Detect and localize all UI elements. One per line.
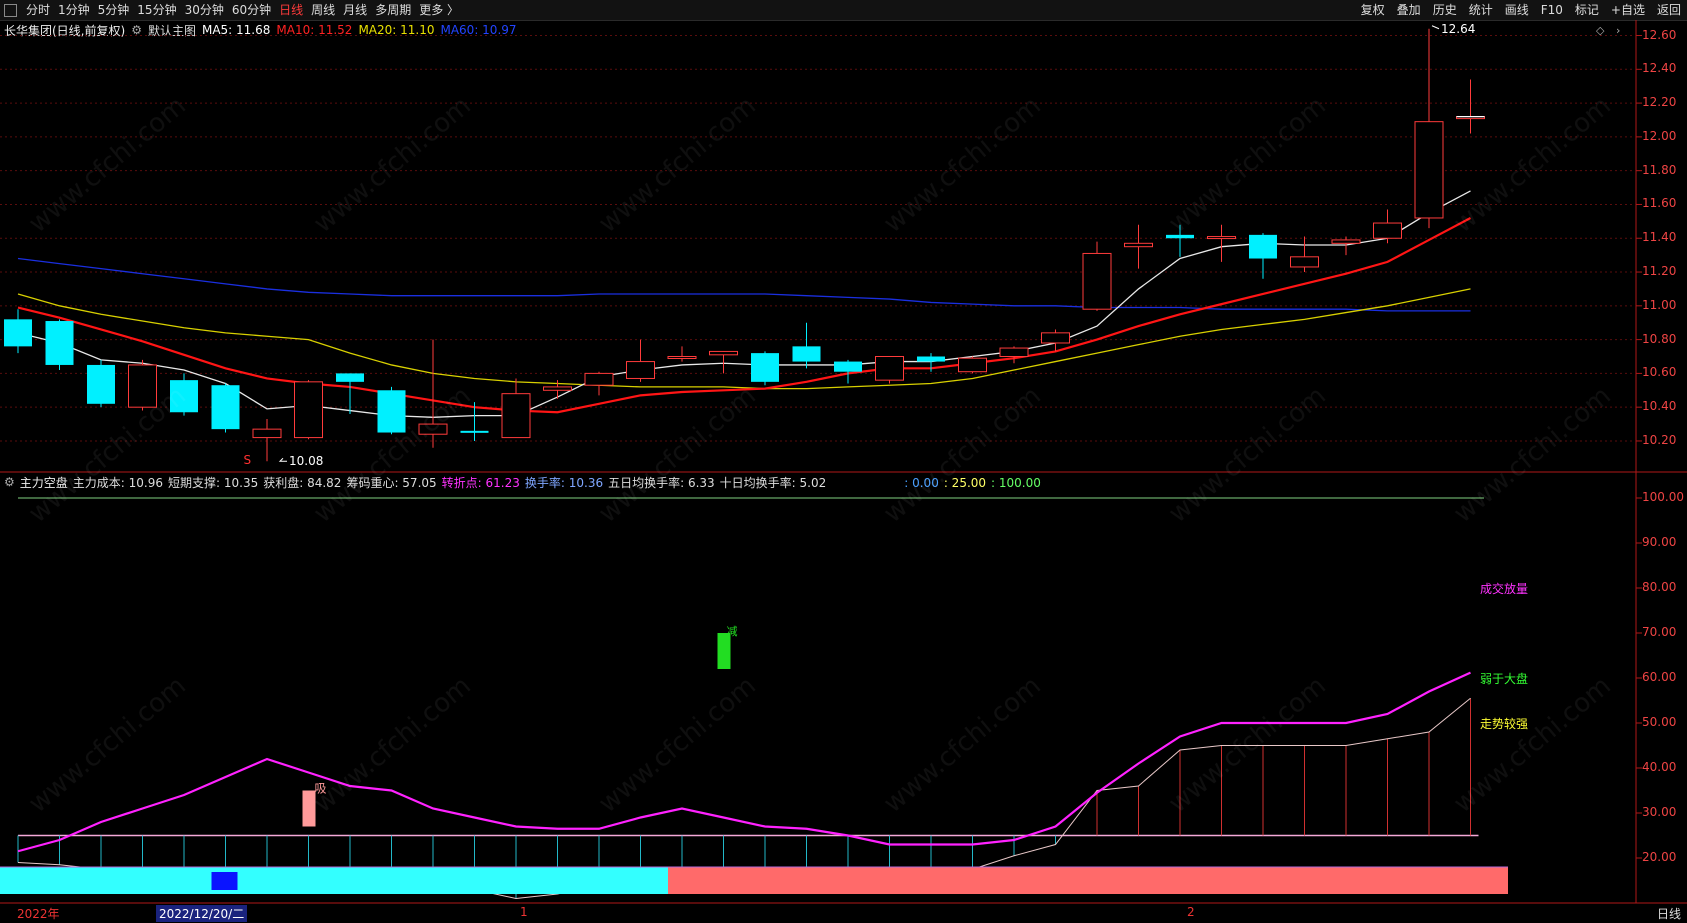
ind-tick-label: 80.00	[1642, 580, 1677, 594]
sell-signal-text: 减	[727, 625, 738, 638]
ma60-line	[17, 257, 1471, 312]
candle-body	[1166, 234, 1194, 239]
candle-body	[418, 423, 448, 435]
candle-body	[45, 321, 74, 365]
price-axis: 12.60 12.40 12.20 12.00 11.80 11.60 11.40 11.20…	[1636, 0, 1687, 923]
candle-body	[170, 380, 198, 413]
ma5-line	[17, 190, 1471, 418]
price-tick-label: 12.00	[1642, 128, 1677, 143]
high-label: 12.64	[1441, 22, 1475, 36]
year-label: 2022年	[17, 907, 60, 921]
candle-body	[294, 381, 323, 439]
diamond-icon: ◇	[1596, 24, 1605, 37]
ind-tick-label: 20.00	[1642, 850, 1677, 864]
candle-body	[958, 357, 987, 373]
candle-body	[336, 373, 364, 382]
candle-body	[1207, 236, 1236, 240]
candle-body	[1249, 234, 1277, 259]
buy-signal-bar	[302, 790, 316, 827]
price-tick-label: 12.60	[1642, 27, 1677, 42]
candle-body	[460, 430, 489, 433]
indicator-right-label-0: 成交放量	[1480, 581, 1528, 596]
month-label-2: 2	[1187, 905, 1195, 919]
ind-magenta-line	[17, 671, 1471, 853]
candle-body	[875, 356, 904, 381]
month-label-1: 1	[520, 905, 528, 919]
ind-tick-label: 70.00	[1642, 625, 1677, 639]
candle-body	[1124, 242, 1153, 248]
candle-body	[1041, 332, 1070, 344]
ind-tick-label: 50.00	[1642, 715, 1677, 729]
selected-date: 2022/12/20/二	[156, 905, 248, 922]
low-label: 10.08	[289, 454, 323, 468]
candle-body	[211, 385, 240, 430]
price-tick-label: 12.20	[1642, 95, 1677, 110]
buy-signal-text: 吸	[315, 782, 327, 796]
chart-canvas[interactable]: 12.64 10.08 S 吸 减 成交放量弱于大盘走势较强 ◇ ›	[0, 0, 1687, 923]
candle-body	[1331, 239, 1361, 244]
chevron-right-icon: ›	[1616, 24, 1620, 37]
price-tick-label: 10.40	[1642, 399, 1677, 414]
period-indicator[interactable]: 日线	[1657, 905, 1681, 922]
candle-body	[128, 364, 157, 408]
ind-tick-label: 100.00	[1642, 490, 1684, 504]
price-tick-label: 11.60	[1642, 196, 1677, 211]
candle-body	[751, 353, 779, 382]
candle-body	[626, 361, 655, 379]
candle-body	[87, 364, 115, 404]
date-axis: 2022年 2022/12/20/二 1 2	[0, 903, 1687, 923]
price-tick-label: 11.20	[1642, 264, 1677, 279]
ind-tick-label: 40.00	[1642, 760, 1677, 774]
band-red	[668, 867, 1508, 894]
indicator-right-label-2: 走势较强	[1480, 716, 1528, 731]
price-tick-label: 11.00	[1642, 297, 1677, 312]
price-tick-label: 10.20	[1642, 432, 1677, 447]
candle-body	[667, 356, 697, 359]
candle-body	[252, 428, 282, 439]
indicator-right-label-1: 弱于大盘	[1480, 671, 1528, 686]
candle-body	[584, 372, 614, 386]
candle-body	[999, 347, 1029, 358]
candle-body	[1373, 222, 1402, 239]
candle-body	[377, 390, 406, 433]
candle-body	[543, 386, 572, 391]
s-marker: S	[244, 453, 252, 467]
price-tick-label: 12.40	[1642, 61, 1677, 76]
band-cyan	[0, 867, 668, 894]
sell-signal-bar	[717, 633, 731, 669]
ind-tick-label: 90.00	[1642, 535, 1677, 549]
price-tick-label: 10.80	[1642, 331, 1677, 346]
price-tick-label: 11.80	[1642, 162, 1677, 177]
ind-tick-label: 30.00	[1642, 805, 1677, 819]
candle-body	[501, 393, 531, 439]
candle-body	[792, 346, 821, 362]
candle-body	[709, 350, 738, 356]
price-tick-label: 10.60	[1642, 365, 1677, 380]
band-blue-marker	[211, 872, 238, 890]
high-arrow	[1431, 25, 1440, 30]
candle-body	[1414, 121, 1444, 219]
low-arrow	[278, 457, 287, 462]
candle-body	[1290, 256, 1319, 268]
candle-body	[1082, 252, 1112, 310]
price-tick-label: 11.40	[1642, 230, 1677, 245]
candle-body	[4, 319, 32, 347]
candle-body	[834, 361, 862, 372]
candle-body	[917, 356, 945, 362]
ind-tick-label: 60.00	[1642, 670, 1677, 684]
